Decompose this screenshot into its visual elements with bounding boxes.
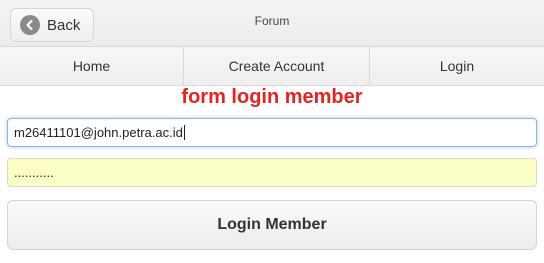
login-page: Back Forum Home Create Account Login for… — [0, 0, 544, 263]
nav-item-home[interactable]: Home — [0, 47, 184, 85]
page-title: Forum — [254, 14, 290, 28]
header-bar: Back Forum — [0, 0, 544, 47]
nav-item-create-account[interactable]: Create Account — [184, 47, 370, 85]
text-caret — [183, 125, 185, 140]
login-member-button[interactable]: Login Member — [7, 200, 537, 250]
password-field-value: ........... — [14, 165, 54, 180]
email-field-value: m26411101@john.petra.ac.id — [14, 125, 183, 140]
form-title: form login member — [181, 86, 363, 108]
nav-bar: Home Create Account Login — [0, 47, 544, 86]
email-field[interactable]: m26411101@john.petra.ac.id — [7, 118, 537, 147]
nav-item-login[interactable]: Login — [370, 47, 544, 85]
password-field[interactable]: ........... — [7, 158, 537, 187]
